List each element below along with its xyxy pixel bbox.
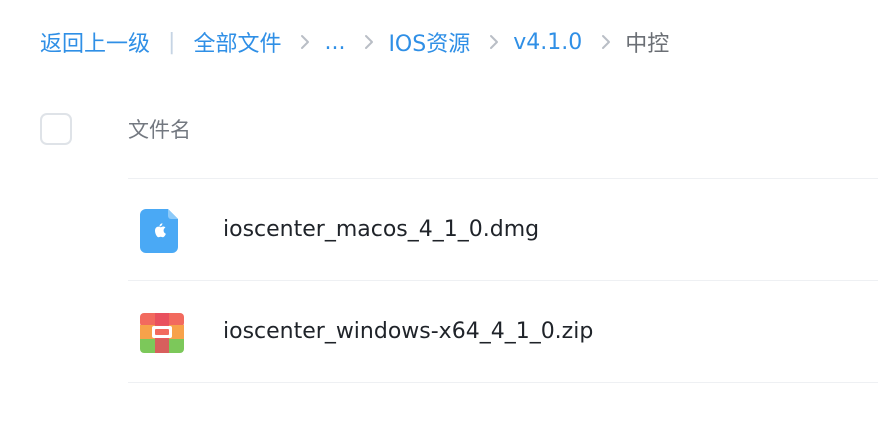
divider [128,382,878,383]
breadcrumb-version[interactable]: v4.1.0 [513,30,582,55]
breadcrumb: 返回上一级 | 全部文件 ... IOS资源 v4.1.0 中控 [40,24,669,60]
breadcrumb-ellipsis[interactable]: ... [324,30,345,55]
zip-archive-icon [140,311,184,355]
file-name[interactable]: ioscenter_windows-x64_4_1_0.zip [223,319,593,344]
breadcrumb-all-files[interactable]: 全部文件 [193,26,281,58]
file-browser: 返回上一级 | 全部文件 ... IOS资源 v4.1.0 中控 文件名 ios… [0,0,878,434]
file-name[interactable]: ioscenter_macos_4_1_0.dmg [223,217,539,242]
list-header: 文件名 [0,108,878,152]
select-all-checkbox[interactable] [40,113,72,145]
file-row[interactable]: ioscenter_macos_4_1_0.dmg [128,179,878,280]
file-list: ioscenter_macos_4_1_0.dmg ioscenter_wind… [128,178,878,383]
file-row[interactable]: ioscenter_windows-x64_4_1_0.zip [128,281,878,382]
back-link[interactable]: 返回上一级 [40,26,150,58]
chevron-right-icon [600,34,612,50]
chevron-right-icon [488,34,500,50]
chevron-right-icon [363,34,375,50]
apple-dmg-icon [140,209,180,253]
chevron-right-icon [299,34,311,50]
breadcrumb-current: 中控 [625,32,670,57]
breadcrumb-ios-resources[interactable]: IOS资源 [388,26,470,58]
breadcrumb-separator: | [168,29,176,55]
column-header-filename: 文件名 [128,118,191,142]
